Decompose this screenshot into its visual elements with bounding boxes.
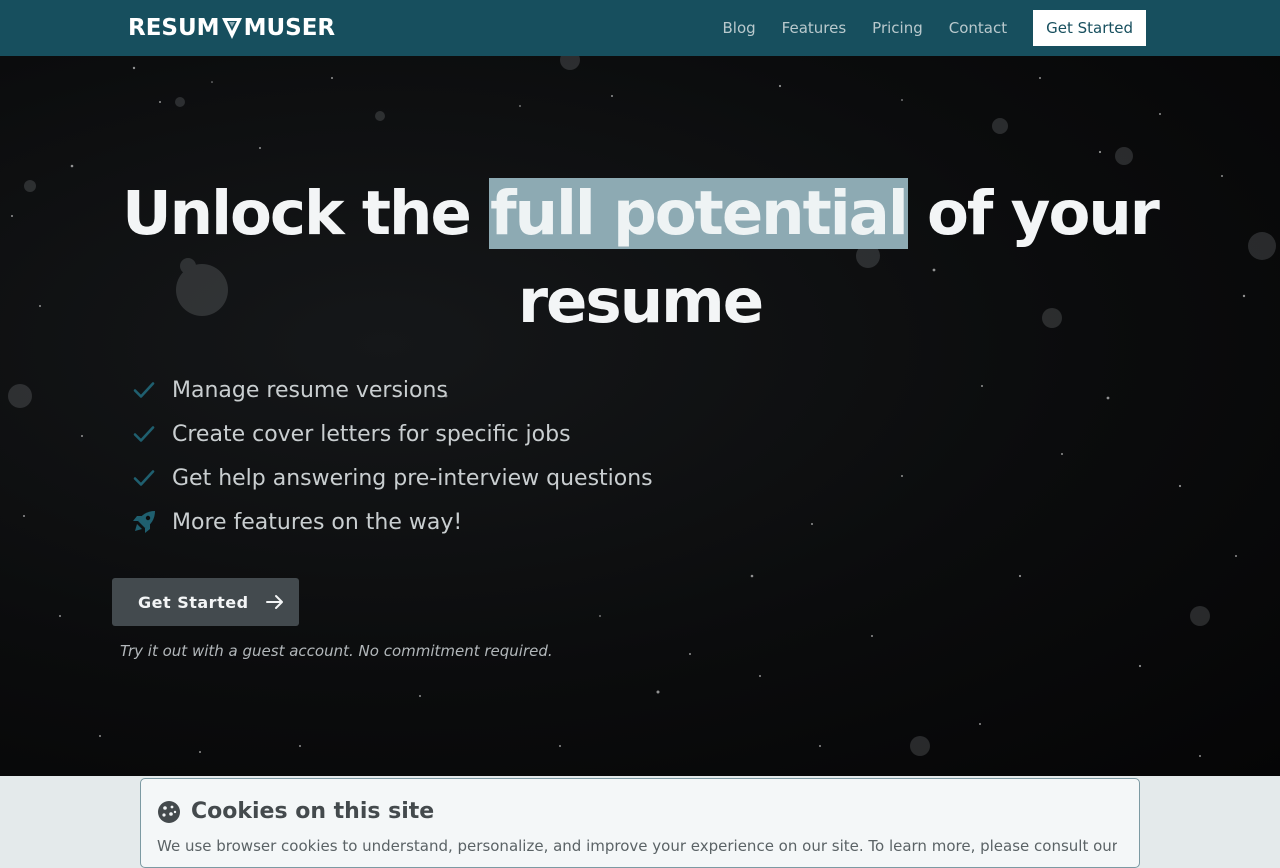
feature-text: Create cover letters for specific jobs [172, 421, 571, 447]
check-icon [130, 376, 158, 404]
check-icon [130, 464, 158, 492]
logo-text-left: RESUM [128, 15, 220, 41]
feature-text: Get help answering pre-interview questio… [172, 465, 653, 491]
nav-link-contact[interactable]: Contact [949, 19, 1007, 37]
rocket-icon [130, 508, 158, 536]
feature-item: More features on the way! [130, 500, 653, 544]
logo-text-right: MUSER [243, 15, 336, 41]
feature-list: Manage resume versions Create cover lett… [130, 368, 653, 544]
nav-link-features[interactable]: Features [782, 19, 847, 37]
hero-section: Unlock the full potential of your resume… [0, 56, 1280, 776]
nav-links: Blog Features Pricing Contact Get Starte… [723, 10, 1146, 46]
logo-mark-icon [221, 18, 242, 39]
feature-item: Manage resume versions [130, 368, 653, 412]
headline-highlight: full potential [489, 178, 909, 249]
cookie-text: We use browser cookies to understand, pe… [157, 837, 1117, 855]
feature-text: More features on the way! [172, 509, 463, 535]
cookie-icon [158, 800, 180, 823]
top-navbar: RESUM MUSER Blog Features Pricing Contac… [0, 0, 1280, 56]
logo[interactable]: RESUM MUSER [128, 14, 335, 42]
cookie-title: Cookies on this site [191, 799, 435, 824]
check-icon [130, 420, 158, 448]
arrow-right-icon [265, 595, 283, 609]
hero-headline: Unlock the full potential of your resume [0, 170, 1280, 346]
guest-account-note: Try it out with a guest account. No comm… [120, 642, 553, 660]
feature-text: Manage resume versions [172, 377, 448, 403]
nav-link-pricing[interactable]: Pricing [872, 19, 923, 37]
nav-link-blog[interactable]: Blog [723, 19, 756, 37]
feature-item: Create cover letters for specific jobs [130, 412, 653, 456]
feature-item: Get help answering pre-interview questio… [130, 456, 653, 500]
hero-get-started-button[interactable]: Get Started [112, 578, 299, 626]
cookie-banner: Cookies on this site We use browser cook… [140, 778, 1140, 868]
hero-cta-label: Get Started [138, 592, 249, 612]
nav-get-started-button[interactable]: Get Started [1033, 10, 1146, 46]
cookie-header: Cookies on this site [157, 799, 434, 824]
headline-before: Unlock the [122, 178, 490, 249]
